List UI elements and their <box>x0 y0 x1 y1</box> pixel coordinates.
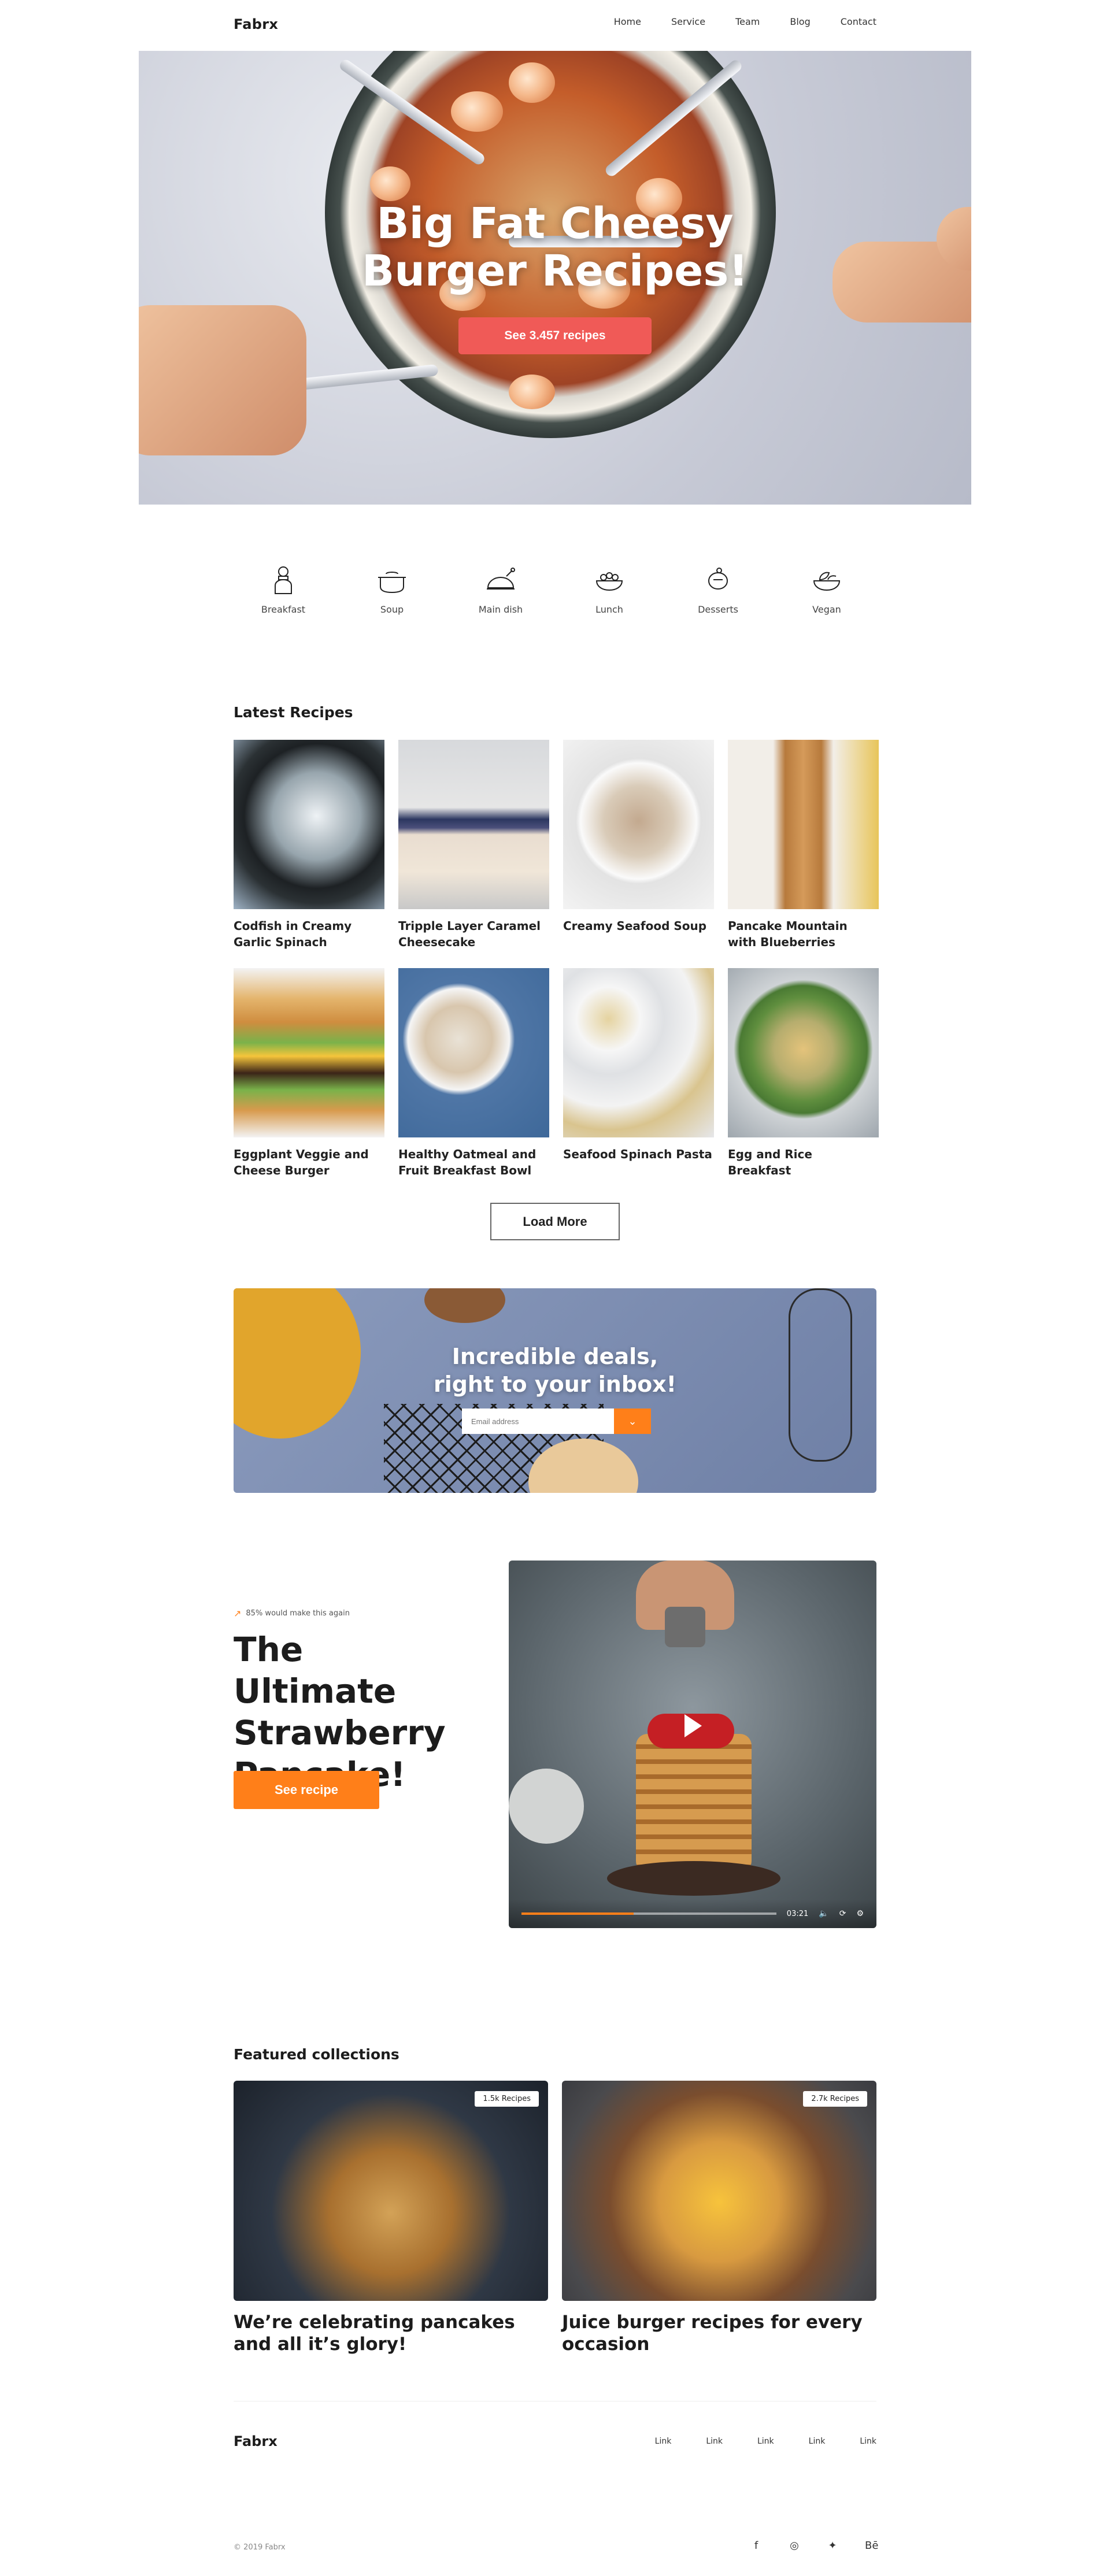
twitter-icon[interactable]: ✦ <box>827 2540 838 2552</box>
video-controls: 03:21 🔈 ⟳ ⚙ <box>509 1899 876 1928</box>
settings-icon[interactable]: ⚙ <box>856 1909 864 1918</box>
recipe-image <box>728 740 879 909</box>
latest-recipes-title: Latest Recipes <box>234 704 353 721</box>
newsletter-banner: Incredible deals,right to your inbox! ⌄ <box>234 1288 876 1493</box>
recipe-image <box>234 740 384 909</box>
footer-link[interactable]: Link <box>706 2437 723 2446</box>
site-logo[interactable]: Fabrx <box>234 16 278 32</box>
collection-card[interactable]: 1.5k Recipes We’re celebrating pancakes … <box>234 2081 548 2355</box>
facebook-icon[interactable]: f <box>750 2540 762 2552</box>
behance-icon[interactable]: Bē <box>865 2540 878 2552</box>
feature-rating-tag: ↗ 85% would make this again <box>234 1608 350 1619</box>
video-progress-track[interactable] <box>521 1912 776 1915</box>
recipe-image <box>398 968 549 1137</box>
main-nav: Home Service Team Blog Contact <box>614 16 876 27</box>
recipe-card[interactable]: Healthy Oatmeal and Fruit Breakfast Bowl <box>398 968 549 1196</box>
nav-blog[interactable]: Blog <box>790 16 810 27</box>
recipe-image <box>563 968 714 1137</box>
recipe-count-badge: 1.5k Recipes <box>475 2091 539 2107</box>
recipe-card[interactable]: Egg and Rice Breakfast <box>728 968 879 1196</box>
nav-service[interactable]: Service <box>671 16 705 27</box>
recipe-card[interactable]: Tripple Layer Caramel Cheesecake <box>398 740 549 968</box>
hero-banner: Big Fat Cheesy Burger Recipes! See 3.457 … <box>139 51 971 505</box>
hero-title: Big Fat Cheesy Burger Recipes! <box>361 199 749 296</box>
recipe-image <box>398 740 549 909</box>
dessert-icon <box>708 568 728 590</box>
nav-team[interactable]: Team <box>735 16 760 27</box>
recipe-card[interactable]: Codfish in Creamy Garlic Spinach <box>234 740 384 968</box>
video-progress-fill <box>521 1912 634 1915</box>
feature-title: The Ultimate Strawberry Pancake! <box>234 1630 446 1794</box>
volume-icon[interactable]: 🔈 <box>819 1909 828 1918</box>
load-more-button[interactable]: Load More <box>490 1203 620 1240</box>
footer-link[interactable]: Link <box>757 2437 774 2446</box>
category-soup[interactable]: Soup <box>369 564 415 615</box>
instagram-icon[interactable]: ◎ <box>789 2540 800 2552</box>
social-links: f ◎ ✦ Bē <box>750 2540 879 2552</box>
footer-link[interactable]: Link <box>860 2437 876 2446</box>
recipe-grid: Codfish in Creamy Garlic Spinach Tripple… <box>234 740 879 1196</box>
see-recipes-button[interactable]: See 3.457 recipes <box>458 317 652 354</box>
recipe-image <box>234 968 384 1137</box>
category-breakfast[interactable]: Breakfast <box>260 564 306 615</box>
chevron-down-icon: ⌄ <box>628 1415 637 1427</box>
recipe-card[interactable]: Creamy Seafood Soup <box>563 740 714 968</box>
nav-contact[interactable]: Contact <box>841 16 876 27</box>
footer-link[interactable]: Link <box>655 2437 672 2446</box>
category-lunch[interactable]: Lunch <box>586 564 632 615</box>
footer-nav: Link Link Link Link Link <box>655 2437 876 2446</box>
footer-logo[interactable]: Fabrx <box>234 2433 278 2449</box>
email-field[interactable] <box>462 1409 615 1434</box>
trending-up-icon: ↗ <box>234 1608 242 1619</box>
featured-collections-title: Featured collections <box>234 2046 399 2063</box>
lunch-bowl-icon <box>595 572 623 591</box>
collection-image: 2.7k Recipes <box>562 2081 876 2301</box>
category-vegan[interactable]: Vegan <box>804 564 850 615</box>
footer-link[interactable]: Link <box>809 2437 826 2446</box>
chef-icon <box>275 566 292 594</box>
soup-pot-icon <box>378 572 406 594</box>
category-desserts[interactable]: Desserts <box>695 564 741 615</box>
nav-home[interactable]: Home <box>614 16 641 27</box>
roast-chicken-icon <box>487 568 515 590</box>
video-time: 03:21 <box>786 1909 809 1918</box>
recipe-card[interactable]: Eggplant Veggie and Cheese Burger <box>234 968 384 1196</box>
category-main-dish[interactable]: Main dish <box>478 564 524 615</box>
recipe-image <box>728 968 879 1137</box>
collection-image: 1.5k Recipes <box>234 2081 548 2301</box>
recipe-card[interactable]: Pancake Mountain with Blueberries <box>728 740 879 968</box>
loop-icon[interactable]: ⟳ <box>839 1909 846 1918</box>
subscribe-button[interactable]: ⌄ <box>614 1409 651 1434</box>
copyright: © 2019 Fabrx <box>234 2543 286 2552</box>
category-list: Breakfast Soup Main dish Lunch Desserts … <box>260 564 850 615</box>
vegan-bowl-icon <box>813 572 841 591</box>
recipe-image <box>563 740 714 909</box>
recipe-count-badge: 2.7k Recipes <box>803 2091 867 2107</box>
recipe-card[interactable]: Seafood Spinach Pasta <box>563 968 714 1196</box>
collection-card[interactable]: 2.7k Recipes Juice burger recipes for ev… <box>562 2081 876 2355</box>
play-icon[interactable] <box>684 1714 702 1737</box>
recipe-video-player[interactable]: 03:21 🔈 ⟳ ⚙ <box>509 1561 876 1928</box>
see-recipe-button[interactable]: See recipe <box>234 1771 379 1809</box>
newsletter-title: Incredible deals, right to your inbox! <box>433 1344 677 1397</box>
